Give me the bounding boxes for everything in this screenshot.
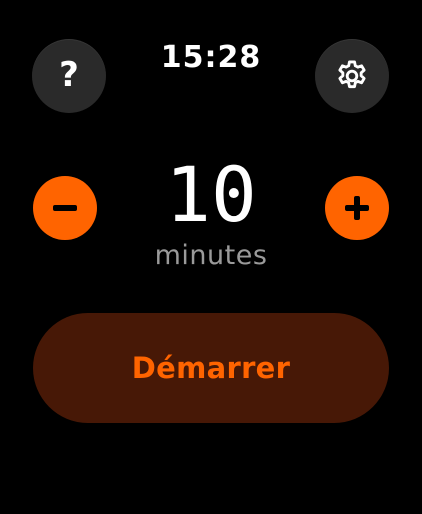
plus-icon: [342, 193, 372, 223]
start-button-label: Démarrer: [131, 351, 291, 385]
increment-button[interactable]: [325, 176, 389, 240]
start-button[interactable]: Démarrer: [33, 313, 389, 423]
settings-button[interactable]: [315, 39, 389, 113]
gear-icon: [334, 58, 370, 94]
duration-unit-label: minutes: [154, 240, 268, 271]
